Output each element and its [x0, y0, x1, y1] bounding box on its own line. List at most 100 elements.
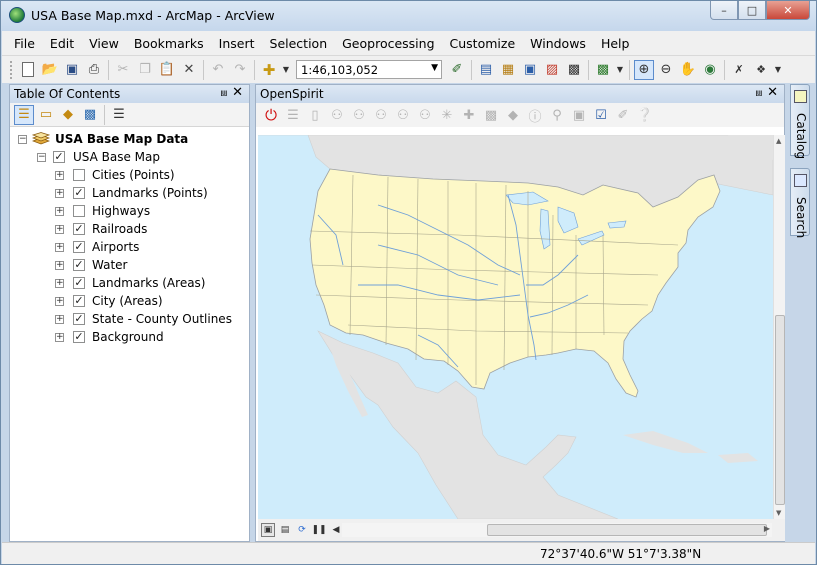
speaker-settings-icon[interactable]: ⚇: [415, 105, 435, 125]
layer-row[interactable]: + ✓ Airports: [10, 238, 249, 256]
search-icon[interactable]: ⚲: [547, 105, 567, 125]
fixed-zoom-out-icon[interactable]: ❖: [751, 60, 771, 80]
speaker-add-icon[interactable]: ⚇: [349, 105, 369, 125]
layer-row[interactable]: + ✓ Water: [10, 256, 249, 274]
toolbar-overflow-icon[interactable]: ▼: [615, 60, 625, 80]
menu-geoprocessing[interactable]: Geoprocessing: [342, 36, 434, 51]
collapse-icon[interactable]: −: [18, 135, 27, 144]
maximize-button[interactable]: □: [738, 1, 766, 20]
pin-icon[interactable]: ⩏: [756, 86, 762, 100]
layer-row[interactable]: + ✓ Landmarks (Areas): [10, 274, 249, 292]
full-extent-globe-icon[interactable]: ◉: [700, 60, 720, 80]
arctoolbox-icon[interactable]: ▨: [542, 60, 562, 80]
toc-options-icon[interactable]: ☰: [109, 105, 129, 125]
menu-insert[interactable]: Insert: [219, 36, 255, 51]
layer-checkbox[interactable]: ✓: [73, 187, 85, 199]
map-display[interactable]: [258, 135, 773, 519]
layer-checkbox[interactable]: [73, 205, 85, 217]
expand-icon[interactable]: +: [55, 189, 64, 198]
scroll-right-arrow-icon[interactable]: ▶: [764, 524, 770, 533]
speaker-icon[interactable]: ⚇: [327, 105, 347, 125]
pause-drawing-icon[interactable]: ❚❚: [311, 523, 326, 537]
layer-checkbox[interactable]: ✓: [73, 223, 85, 235]
open-folder-icon[interactable]: 📂: [40, 60, 60, 80]
close-icon[interactable]: ✕: [232, 85, 243, 100]
editor-toolbar-icon[interactable]: ✐: [447, 60, 467, 80]
data-view-icon[interactable]: ▣: [261, 523, 275, 537]
sparkle-icon[interactable]: ✳: [437, 105, 457, 125]
dataframe-row[interactable]: − USA Base Map Data: [10, 130, 249, 148]
zoom-out-icon[interactable]: ⊖: [656, 60, 676, 80]
python-window-icon[interactable]: ▩: [564, 60, 584, 80]
list-by-source-icon[interactable]: ▭: [36, 105, 56, 125]
list-by-selection-icon[interactable]: ▩: [80, 105, 100, 125]
pin-icon[interactable]: ⩏: [221, 86, 227, 100]
redo-icon[interactable]: ↷: [230, 60, 250, 80]
close-icon[interactable]: ✕: [767, 85, 778, 100]
edit-icon[interactable]: ✐: [613, 105, 633, 125]
group-layer-row[interactable]: − ✓ USA Base Map: [10, 148, 249, 166]
cut-icon[interactable]: ✂: [113, 60, 133, 80]
info-icon[interactable]: ⓘ: [525, 105, 545, 125]
database-icon[interactable]: ▯: [305, 105, 325, 125]
catalog-window-icon[interactable]: ▦: [498, 60, 518, 80]
expand-icon[interactable]: +: [55, 315, 64, 324]
vertical-scroll-thumb[interactable]: [775, 315, 785, 505]
paste-icon[interactable]: 📋: [157, 60, 177, 80]
menu-windows[interactable]: Windows: [530, 36, 586, 51]
new-document-icon[interactable]: [18, 60, 38, 80]
menu-selection[interactable]: Selection: [270, 36, 328, 51]
layers-icon[interactable]: ☰: [283, 105, 303, 125]
menu-bookmarks[interactable]: Bookmarks: [134, 36, 204, 51]
add-point-icon[interactable]: ✚: [459, 105, 479, 125]
layer-checkbox[interactable]: ✓: [73, 331, 85, 343]
save-icon[interactable]: ▣: [62, 60, 82, 80]
delete-icon[interactable]: ✕: [179, 60, 199, 80]
layer-row[interactable]: + ✓ Landmarks (Points): [10, 184, 249, 202]
table-of-contents-window-icon[interactable]: ▤: [476, 60, 496, 80]
scroll-up-arrow-icon[interactable]: ▲: [776, 137, 781, 145]
catalog-tab[interactable]: Catalog: [790, 84, 810, 159]
pan-hand-icon[interactable]: ✋: [678, 60, 698, 80]
collapse-icon[interactable]: −: [37, 153, 46, 162]
menu-customize[interactable]: Customize: [450, 36, 516, 51]
search-window-icon[interactable]: ▣: [520, 60, 540, 80]
title-bar[interactable]: USA Base Map.mxd - ArcMap - ArcView – □ …: [1, 1, 816, 31]
close-button[interactable]: ✕: [766, 1, 810, 20]
zoom-in-icon[interactable]: ⊕: [634, 59, 654, 80]
layer-checkbox[interactable]: [73, 169, 85, 181]
diamond-icon[interactable]: ◆: [503, 105, 523, 125]
add-feature-icon[interactable]: ▩: [481, 105, 501, 125]
menu-help[interactable]: Help: [601, 36, 630, 51]
arcmap-globe-icon[interactable]: [9, 7, 25, 23]
menu-view[interactable]: View: [89, 36, 119, 51]
copy-icon[interactable]: ❐: [135, 60, 155, 80]
checklist-icon[interactable]: ☑: [591, 105, 611, 125]
chevron-down-icon[interactable]: ▼: [431, 63, 438, 73]
search-tab[interactable]: Search: [790, 168, 810, 238]
add-data-dropdown-icon[interactable]: ▼: [281, 60, 291, 80]
layer-row[interactable]: + ✓ Background: [10, 328, 249, 346]
power-icon[interactable]: ⏻: [261, 105, 281, 125]
scroll-left-icon[interactable]: ◀: [329, 523, 343, 537]
layer-row[interactable]: + Highways: [10, 202, 249, 220]
expand-icon[interactable]: +: [55, 243, 64, 252]
layout-view-icon[interactable]: ▤: [278, 523, 292, 537]
layer-checkbox[interactable]: ✓: [73, 313, 85, 325]
layer-row[interactable]: + Cities (Points): [10, 166, 249, 184]
speaker-sync-icon[interactable]: ⚇: [393, 105, 413, 125]
expand-icon[interactable]: +: [55, 261, 64, 270]
map-scale-combobox[interactable]: 1:46,103,052 ▼: [296, 60, 442, 79]
list-by-visibility-icon[interactable]: ◆: [58, 105, 78, 125]
print-icon[interactable]: ⎙: [84, 60, 104, 80]
horizontal-scroll-thumb[interactable]: [487, 524, 767, 536]
layer-checkbox[interactable]: ✓: [73, 295, 85, 307]
group-layer-checkbox[interactable]: ✓: [53, 151, 65, 163]
layer-checkbox[interactable]: ✓: [73, 241, 85, 253]
usa-map[interactable]: [258, 135, 773, 519]
toolbar-overflow-icon[interactable]: ▼: [773, 60, 783, 80]
map-horizontal-scrollbar[interactable]: ▶: [342, 523, 772, 537]
modelbuilder-icon[interactable]: ▩: [593, 60, 613, 80]
layer-checkbox[interactable]: ✓: [73, 259, 85, 271]
undo-icon[interactable]: ↶: [208, 60, 228, 80]
